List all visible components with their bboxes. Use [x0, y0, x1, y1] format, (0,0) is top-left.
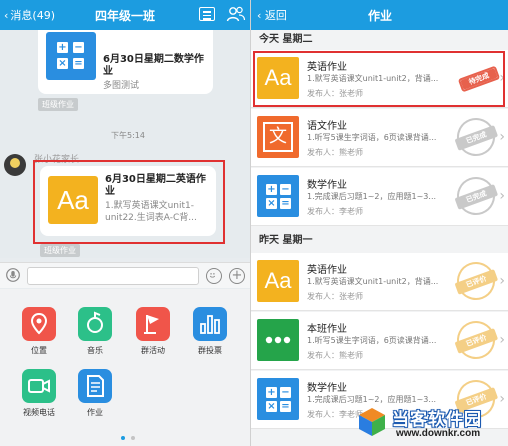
app-video-call[interactable]: 视频电话	[14, 369, 64, 418]
homework-publisher: 发布人：李老师	[307, 207, 363, 216]
completed-stamp-icon: 已完成	[451, 171, 501, 221]
watermark-name: 当客软件园	[392, 410, 482, 430]
homework-title: 数学作业	[307, 180, 347, 191]
avatar[interactable]	[4, 154, 26, 176]
homework-publisher: 发布人：熊老师	[307, 148, 363, 157]
watermark-logo: 当客软件园 www.downkr.com	[352, 402, 508, 446]
page-title: 作业	[367, 9, 392, 23]
homework-header: ‹ 返回 作业	[251, 0, 508, 30]
homework-desc: 1.完成课后习题1~2，应用题1~3...	[307, 192, 437, 201]
evaluated-stamp-icon: 已评价	[451, 315, 501, 365]
page-indicator	[118, 425, 138, 444]
homework-title: 数学作业	[307, 383, 347, 394]
section-header-yesterday: 昨天 星期一	[251, 231, 508, 251]
emoji-icon[interactable]	[206, 268, 222, 284]
math-homework-card[interactable]: + − × = 6月30日星期二数学作业 多图测试	[38, 30, 213, 94]
evaluated-stamp-icon: 已评价	[451, 256, 501, 306]
homework-row[interactable]: + − × = 数学作业 1.完成课后习题1~2，应用题1~3... 发布人：李…	[251, 168, 508, 226]
class-homework-badge: 班级作业	[40, 244, 80, 257]
chevron-right-icon: ›	[499, 129, 505, 145]
app-label: 音乐	[87, 346, 103, 355]
homework-desc: 1.听写5课生字词语，6页读课背诵...	[307, 133, 437, 142]
flag-icon	[136, 307, 170, 341]
math-icon: + − × =	[257, 378, 299, 420]
homework-title: 本班作业	[307, 324, 347, 335]
app-panel: 位置 音乐 群活动 群投票 视频电话 作业	[0, 289, 250, 446]
app-music[interactable]: 音乐	[70, 307, 120, 356]
chinese-glyph: 文	[263, 122, 293, 152]
app-group-activity[interactable]: 群活动	[128, 307, 178, 356]
screenshot-root: ‹ 消息(49) 四年级一班 + − × = 6月30日星期二数学作业 多图测试…	[0, 0, 508, 446]
cube-logo-icon	[359, 408, 385, 436]
status-label: 已完成	[454, 125, 499, 151]
bar-chart-icon	[193, 307, 227, 341]
chevron-right-icon: ›	[499, 332, 505, 348]
app-label: 视频电话	[23, 408, 55, 417]
homework-title: 英语作业	[307, 265, 347, 276]
chevron-right-icon: ›	[499, 188, 505, 204]
homework-title: 语文作业	[307, 121, 347, 132]
chevron-right-icon: ›	[499, 273, 505, 289]
input-bar: +	[0, 262, 250, 288]
chat-screen: ‹ 消息(49) 四年级一班 + − × = 6月30日星期二数学作业 多图测试…	[0, 0, 250, 446]
message-input[interactable]	[27, 267, 199, 285]
homework-row[interactable]: 文 语文作业 1.听写5课生字词语，6页读课背诵... 发布人：熊老师 已完成 …	[251, 109, 508, 167]
app-label: 群活动	[141, 346, 165, 355]
calculator-icon: + − × =	[46, 32, 96, 80]
status-label: 已评价	[454, 269, 499, 295]
card-desc: 多图测试	[103, 81, 140, 91]
card-title: 6月30日星期二数学作业	[103, 54, 204, 77]
chat-message-area[interactable]: + − × = 6月30日星期二数学作业 多图测试 班级作业 下午5:14 张小…	[0, 30, 250, 258]
homework-row[interactable]: Aa 英语作业 1.默写英语课文unit1-unit2，背诵... 发布人：张老…	[251, 253, 508, 311]
highlight-box	[33, 160, 225, 244]
microphone-icon[interactable]	[6, 268, 20, 282]
timestamp: 下午5:14	[111, 131, 145, 140]
app-group-vote[interactable]: 群投票	[185, 307, 235, 356]
section-header-today: 今天 星期二	[251, 30, 508, 50]
plus-icon[interactable]: +	[229, 268, 245, 284]
notice-icon[interactable]	[199, 7, 215, 21]
app-location[interactable]: 位置	[14, 307, 64, 356]
group-members-icon[interactable]	[226, 5, 246, 23]
math-icon: + − × =	[257, 175, 299, 217]
document-icon	[78, 369, 112, 403]
homework-list-screen: ‹ 返回 作业 今天 星期二 Aa 英语作业 1.默写英语课文unit1-uni…	[250, 0, 508, 446]
homework-publisher: 发布人：熊老师	[307, 351, 363, 360]
homework-desc: 1.默写英语课文unit1-unit2，背诵...	[307, 277, 439, 286]
chinese-icon: 文	[257, 116, 299, 158]
highlight-box	[253, 51, 505, 107]
status-label: 已评价	[454, 328, 499, 354]
status-label: 已完成	[454, 184, 499, 210]
location-icon	[22, 307, 56, 341]
completed-stamp-icon: 已完成	[451, 112, 501, 162]
app-label: 群投票	[198, 346, 222, 355]
homework-publisher: 发布人：张老师	[307, 292, 363, 301]
app-homework[interactable]: 作业	[70, 369, 120, 418]
music-icon	[78, 307, 112, 341]
english-icon: Aa	[257, 260, 299, 302]
app-label: 作业	[87, 408, 103, 417]
app-label: 位置	[31, 346, 47, 355]
watermark-url: www.downkr.com	[396, 428, 481, 439]
homework-row[interactable]: 本班作业 1.听写5课生字词语，6页读课背诵... 发布人：熊老师 已评价 ›	[251, 312, 508, 370]
class-homework-badge: 班级作业	[38, 98, 78, 111]
video-icon	[22, 369, 56, 403]
homework-desc: 1.听写5课生字词语，6页读课背诵...	[307, 336, 437, 345]
chat-header: ‹ 消息(49) 四年级一班	[0, 0, 250, 30]
dots-icon	[257, 319, 299, 361]
